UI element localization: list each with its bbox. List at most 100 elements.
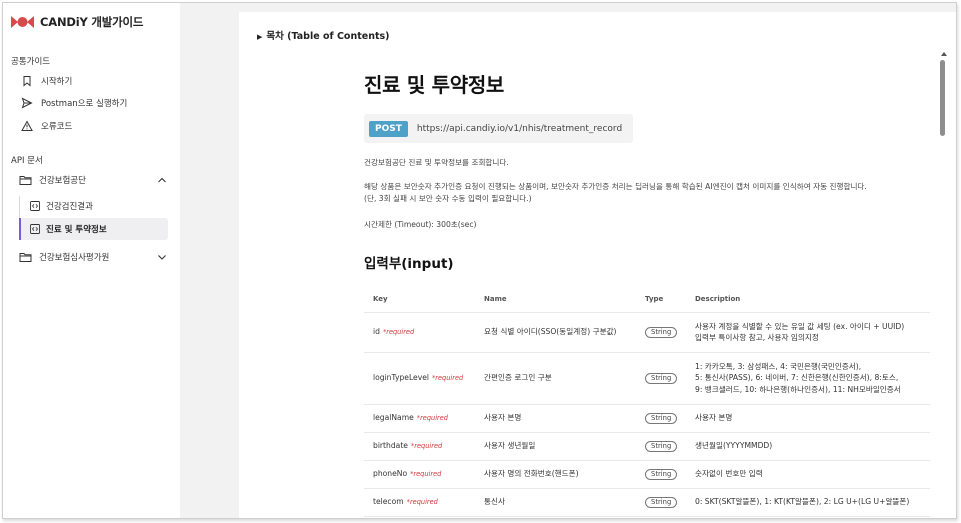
param-description: 0: SKT(SKT알뜰폰), 1: KT(KT알뜰폰), 2: LG U+(L… (686, 488, 930, 517)
param-description-line: 생년월일(YYYYMMDD) (695, 441, 773, 451)
table-row: legalName *required 사용자 본명 String 사용자 본명 (364, 404, 930, 433)
endpoint-url[interactable]: https://api.candiy.io/v1/nhis/treatment_… (417, 124, 622, 134)
param-type-cell: String (636, 312, 686, 353)
method-badge: POST (369, 120, 408, 137)
param-key: loginTypeLevel (373, 372, 429, 382)
required-marker: *required (410, 469, 442, 478)
param-key-cell: loginTypeLevel *required (364, 352, 475, 405)
sidebar-item-health-checkup[interactable]: 건강검진결과 (19, 195, 168, 217)
sidebar-group-nhis[interactable]: 건강보험공단 (19, 171, 171, 189)
brand-name: CANDiY 개발가이드 (40, 15, 144, 29)
param-name: 요청 식별 아이디(SSO(동일계정) 구분값) (475, 312, 636, 353)
caret-right-icon: ▶ (257, 33, 263, 41)
nav-item-label: 오류코드 (41, 122, 73, 132)
column-header-type: Type (636, 287, 686, 313)
type-pill: String (645, 441, 678, 452)
param-key: telecom (373, 496, 404, 506)
section-label-api: API 문서 (11, 156, 43, 166)
main-content: ▶ 목차 (Table of Contents) 진료 및 투약정보 POST h… (239, 12, 956, 518)
param-type-cell: String (636, 404, 686, 433)
param-name: 사용자 명의 전화번호(핸드폰) (475, 460, 636, 489)
required-marker: *required (410, 441, 443, 450)
toc-label: 목차 (Table of Contents) (266, 31, 390, 42)
param-type-cell: String (636, 432, 686, 461)
param-key: phoneNo (373, 468, 408, 478)
table-row: id *required 요청 식별 아이디(SSO(동일계정) 구분값) Strin… (364, 312, 930, 353)
chevron-up-icon[interactable] (157, 175, 167, 185)
param-description-line: 사용자 본명 (695, 413, 733, 423)
column-header-key: Key (364, 287, 475, 313)
param-key: legalName (373, 412, 414, 422)
timeout-text: 시간제한 (Timeout): 300초(sec) (364, 220, 477, 229)
sidebar: CANDiY 개발가이드 공통가이드 시작하기 Postman으로 실행하기 오… (3, 3, 180, 518)
table-row: birthdate *required 사용자 생년월일 String 생년월일(YYY… (364, 432, 930, 461)
nav-item-label: Postman으로 실행하기 (41, 99, 128, 109)
send-icon (21, 97, 33, 109)
scrollbar-thumb[interactable] (940, 60, 945, 136)
code-file-icon (30, 201, 40, 211)
warning-icon (21, 120, 33, 131)
required-marker: *required (416, 413, 448, 422)
toc-toggle[interactable]: ▶ 목차 (Table of Contents) (257, 28, 390, 42)
scroll-up-arrow-icon[interactable] (941, 52, 947, 56)
param-description-line: 9: 뱅크샐러드, 10: 하나은행(하나인증서), 11: NH모바일인증서 (695, 384, 901, 394)
description-note: 해당 상품은 보안숫자 추가인증 요청이 진행되는 상품이며, 보안숫자 추가인… (364, 182, 867, 191)
param-key: id (373, 326, 380, 336)
required-marker: *required (382, 327, 415, 336)
column-header-name: Name (475, 287, 636, 313)
param-type-cell: String (636, 488, 686, 517)
param-type-cell: String (636, 352, 686, 405)
brand[interactable]: CANDiY 개발가이드 (11, 14, 143, 30)
chevron-down-icon[interactable] (157, 252, 167, 262)
table-header-row: Key Name Type Description (364, 287, 930, 313)
endpoint-box: POST https://api.candiy.io/v1/nhis/treat… (364, 114, 633, 143)
nav-item-error-codes[interactable]: 오류코드 (21, 117, 72, 135)
type-pill: String (645, 413, 678, 424)
sidebar-group-hira[interactable]: 건강보험심사평가원 (19, 248, 171, 266)
section-label-common: 공통가이드 (11, 57, 51, 67)
param-name: 사용자 생년월일 (475, 432, 636, 461)
page-title: 진료 및 투약정보 (364, 73, 505, 97)
param-key: birthdate (373, 440, 408, 450)
sidebar-item-treatment-record[interactable]: 진료 및 투약정보 (19, 218, 168, 240)
group-label: 건강보험공단 (39, 176, 86, 186)
code-file-icon (30, 224, 40, 234)
param-description-line: 5: 통신사(PASS), 6: 네이버, 7: 신한은행(신한인증서), 8:… (695, 373, 899, 383)
nav-item-label: 시작하기 (41, 77, 73, 87)
description: 건강보험공단 진료 및 투약정보를 조회합니다. (364, 158, 509, 167)
required-marker: *required (431, 373, 464, 382)
param-key-cell: legalName *required (364, 404, 475, 433)
param-description-line: 1: 카카오톡, 3: 삼성패스, 4: 국민은행(국민인증서), (695, 361, 862, 371)
folder-icon (19, 253, 32, 262)
table-row: telecom *required 통신사 String 0: SKT(SKT알뜰폰),… (364, 488, 930, 517)
param-key-cell: telecom *required (364, 488, 475, 517)
required-marker: *required (406, 497, 438, 506)
param-key-cell: birthdate *required (364, 432, 475, 461)
param-description: 사용자 본명 (686, 404, 930, 433)
param-description-line: 사용자 계정을 식별할 수 있는 유일 값 세팅 (ex. 아이디 + UUID… (695, 321, 905, 331)
param-key-cell: phoneNo *required (364, 460, 475, 489)
sidebar-item-label: 건강검진결과 (46, 202, 93, 212)
params-table: Key Name Type Description id *required 요청 … (364, 287, 930, 517)
nav-item-postman[interactable]: Postman으로 실행하기 (21, 94, 127, 112)
sidebar-item-label: 진료 및 투약정보 (46, 225, 107, 235)
type-pill: String (645, 469, 678, 480)
type-pill: String (645, 373, 678, 384)
param-description-line: 숫자없이 번호만 입력 (695, 469, 763, 479)
param-description-line: 입력부 특이사항 참고, 사용자 임의지정 (695, 333, 819, 342)
param-description-line: 0: SKT(SKT알뜰폰), 1: KT(KT알뜰폰), 2: LG U+(L… (695, 497, 910, 507)
param-description: 숫자없이 번호만 입력 (686, 460, 930, 489)
table-row: loginTypeLevel *required 간편인증 로그인 구분 String… (364, 352, 930, 405)
param-type-cell: String (636, 460, 686, 489)
nav-item-getting-started[interactable]: 시작하기 (21, 72, 72, 90)
param-key-cell: id *required (364, 312, 475, 353)
group-label: 건강보험심사평가원 (39, 253, 110, 263)
table-row: phoneNo *required 사용자 명의 전화번호(핸드폰) String 숫자… (364, 460, 930, 489)
candy-logo-icon (11, 16, 34, 28)
column-header-description: Description (686, 287, 930, 313)
param-name: 간편인증 로그인 구분 (475, 352, 636, 405)
param-description: 생년월일(YYYYMMDD) (686, 432, 930, 461)
param-description: 사용자 계정을 식별할 수 있는 유일 값 세팅 (ex. 아이디 + UUID… (686, 312, 930, 353)
description-note-2: (단, 3회 실패 시 보안 숫자 수동 입력이 필요합니다.) (364, 194, 532, 203)
type-pill: String (645, 327, 678, 338)
